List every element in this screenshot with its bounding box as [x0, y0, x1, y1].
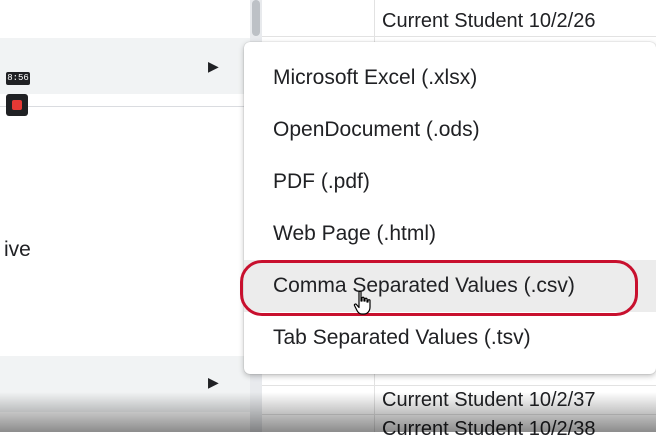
grid-line-h: [262, 414, 656, 415]
highlight-annotation: [240, 260, 638, 316]
menu-item-label: PDF (.pdf): [273, 170, 370, 193]
menu-item-pdf[interactable]: PDF (.pdf): [244, 156, 656, 208]
recording-timer: 8:56: [6, 72, 30, 85]
grid-line-h: [262, 36, 656, 37]
submenu-arrow-icon-2: ▶: [208, 374, 219, 390]
sheet-cell[interactable]: Current Student 10/2/26: [382, 10, 595, 33]
grid-line-h: [262, 385, 656, 386]
partial-menu-label: ive: [4, 238, 31, 261]
menu-item-label: Microsoft Excel (.xlsx): [273, 66, 478, 89]
menu-item-xlsx[interactable]: Microsoft Excel (.xlsx): [244, 52, 656, 104]
menu-item-label: OpenDocument (.ods): [273, 118, 480, 141]
sheet-cell[interactable]: Current Student 10/2/38: [382, 418, 595, 441]
menu-scrollbar-thumb[interactable]: [252, 0, 260, 36]
menu-item-ods[interactable]: OpenDocument (.ods): [244, 104, 656, 156]
menu-divider: [0, 106, 250, 107]
menu-item-label: Tab Separated Values (.tsv): [273, 326, 531, 349]
hand-pointer-icon: [353, 290, 371, 315]
menu-item-html[interactable]: Web Page (.html): [244, 208, 656, 260]
record-stop-icon[interactable]: [6, 94, 28, 116]
sheet-cell[interactable]: Current Student 10/2/37: [382, 389, 595, 412]
menu-item-label: Web Page (.html): [273, 222, 437, 245]
menu-item-tsv[interactable]: Tab Separated Values (.tsv): [244, 312, 656, 364]
submenu-arrow-icon: ▶: [208, 58, 219, 74]
download-submenu: Microsoft Excel (.xlsx) OpenDocument (.o…: [244, 42, 656, 374]
